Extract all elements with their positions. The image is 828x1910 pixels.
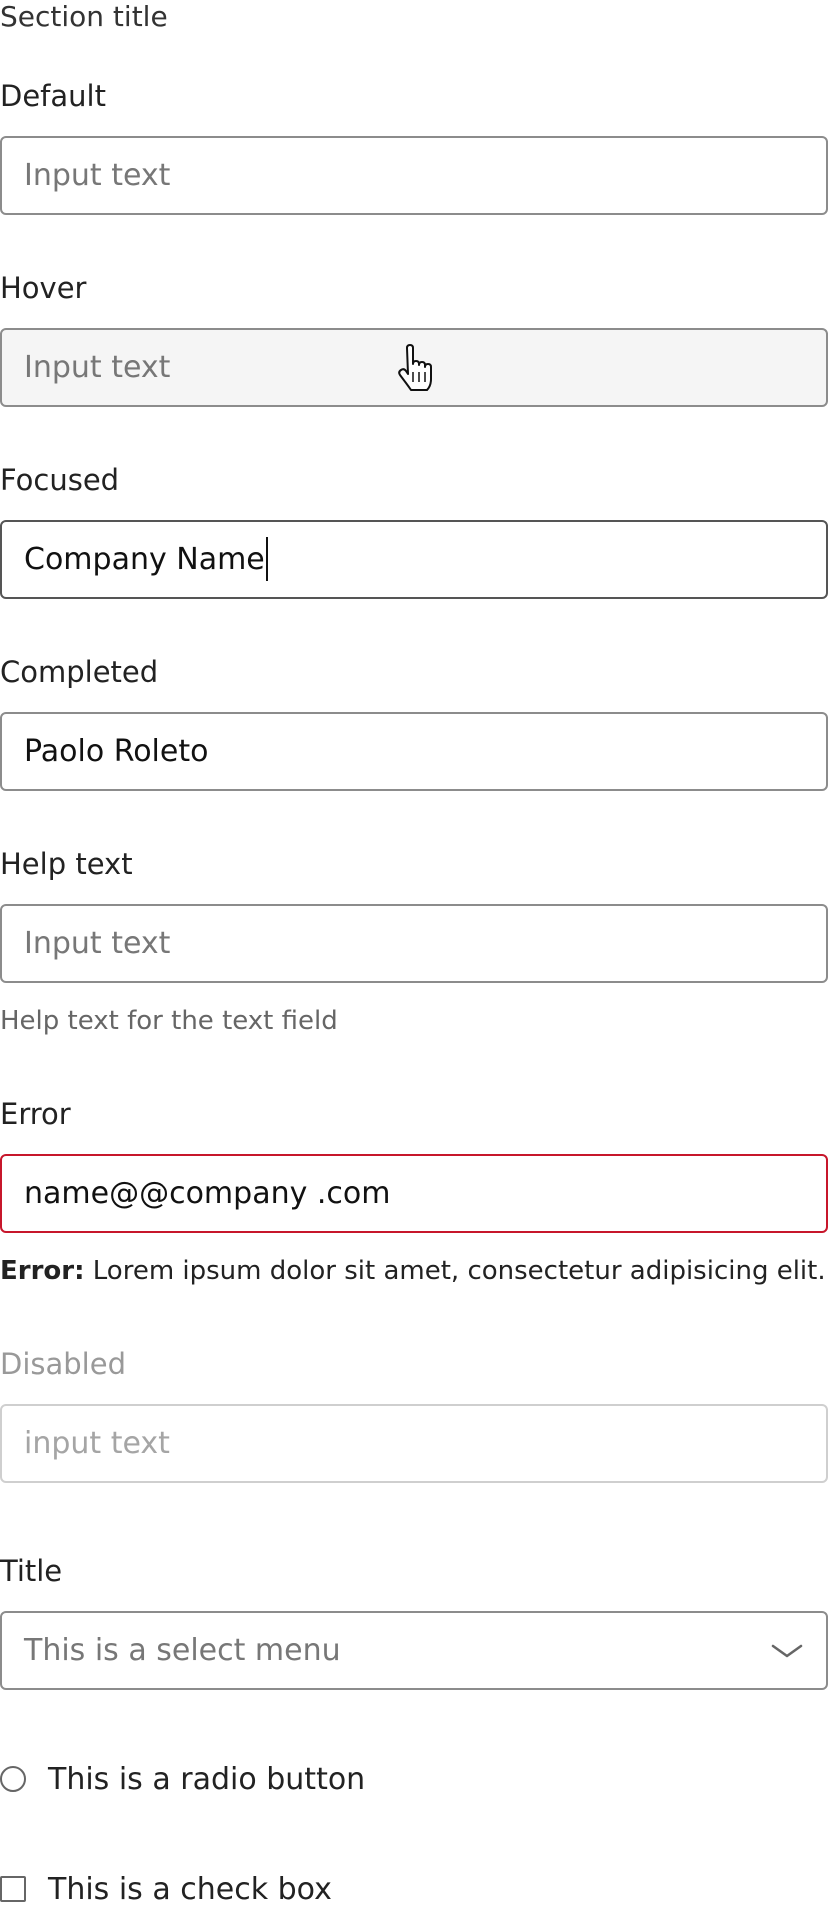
focused-input-text: Company Name [24, 542, 265, 577]
help-text: Help text for the text field [0, 1006, 338, 1036]
radio-button[interactable] [0, 1766, 26, 1792]
radio-label: This is a radio button [48, 1762, 366, 1797]
default-input-placeholder: Input text [24, 158, 171, 193]
checkbox-label: This is a check box [48, 1872, 332, 1907]
focused-input-value: Company Name [24, 522, 268, 597]
disabled-input-placeholder: input text [24, 1426, 170, 1461]
error-input-value: name@@company .com [24, 1176, 391, 1211]
help-input-placeholder: Input text [24, 926, 171, 961]
help-input[interactable]: Input text [0, 904, 828, 983]
completed-label: Completed [0, 655, 159, 689]
focused-label: Focused [0, 463, 120, 497]
select-menu[interactable]: This is a select menu [0, 1611, 828, 1690]
error-label: Error [0, 1097, 71, 1131]
help-label: Help text [0, 847, 133, 881]
error-message-text: Lorem ipsum dolor sit amet, consectetur … [84, 1256, 826, 1286]
error-message: Error: Lorem ipsum dolor sit amet, conse… [0, 1255, 826, 1287]
error-message-prefix: Error: [0, 1256, 85, 1286]
select-label: Title [0, 1554, 63, 1588]
completed-input[interactable]: Paolo Roleto [0, 712, 828, 791]
default-input[interactable]: Input text [0, 136, 828, 215]
text-caret [265, 536, 268, 581]
focused-input[interactable]: Company Name [0, 520, 828, 599]
checkbox[interactable] [0, 1876, 26, 1902]
error-input[interactable]: name@@company .com [0, 1154, 828, 1233]
hover-input-placeholder: Input text [24, 350, 171, 385]
default-label: Default [0, 79, 106, 113]
hand-cursor-icon [398, 344, 432, 391]
completed-input-value: Paolo Roleto [24, 734, 209, 769]
disabled-input: input text [0, 1404, 828, 1483]
disabled-label: Disabled [0, 1347, 126, 1381]
section-title: Section title [0, 0, 168, 33]
select-menu-value: This is a select menu [24, 1633, 341, 1668]
hover-label: Hover [0, 271, 87, 305]
chevron-down-icon [771, 1644, 803, 1658]
